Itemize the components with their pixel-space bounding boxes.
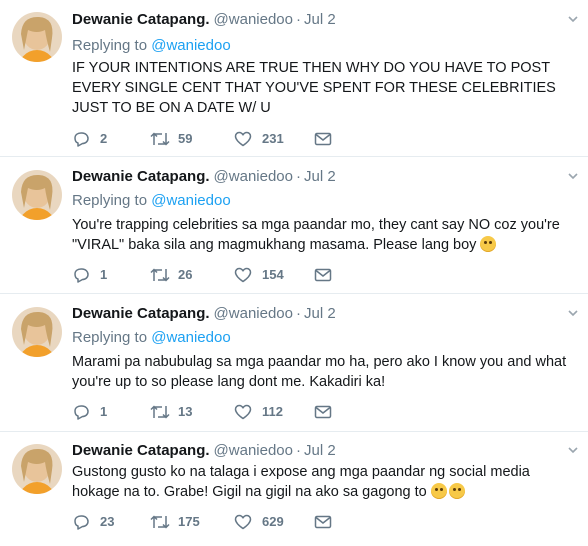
rolling-eyes-emoji-icon: [480, 236, 497, 252]
tweet-actions: 23 175 629: [72, 512, 372, 532]
tweet-date[interactable]: Jul 2: [304, 11, 336, 28]
heart-icon: [234, 131, 252, 147]
tweet[interactable]: Dewanie Catapang. @waniedoo · Jul 2 Replyin…: [0, 294, 588, 432]
tweet-actions: 1 13 112: [72, 402, 372, 422]
like-count: 154: [262, 267, 284, 282]
heart-icon: [234, 514, 252, 530]
retweet-count: 175: [178, 514, 200, 529]
avatar[interactable]: [12, 170, 62, 220]
avatar[interactable]: [12, 12, 62, 62]
avatar[interactable]: [12, 444, 62, 494]
tweet-header: Dewanie Catapang. @waniedoo · Jul 2: [72, 10, 336, 30]
tweet[interactable]: Dewanie Catapang. @waniedoo · Jul 2 Replyin…: [0, 157, 588, 294]
like-count: 231: [262, 131, 284, 146]
reply-count: 1: [100, 267, 108, 282]
mention-link[interactable]: @waniedoo: [151, 192, 230, 209]
retweet-count: 59: [178, 131, 193, 146]
author-handle[interactable]: @waniedoo: [214, 305, 293, 322]
like-count: 629: [262, 514, 284, 529]
chevron-down-icon[interactable]: [566, 443, 580, 457]
author-handle[interactable]: @waniedoo: [214, 168, 293, 185]
chevron-down-icon[interactable]: [566, 12, 580, 26]
envelope-icon: [314, 405, 332, 419]
tweet-text: Marami pa nabubulag sa mga paandar mo ha…: [72, 352, 572, 392]
author-name[interactable]: Dewanie Catapang.: [72, 305, 210, 322]
envelope-icon: [314, 268, 332, 282]
tweet-date[interactable]: Jul 2: [304, 168, 336, 185]
replying-label: Replying to: [72, 329, 148, 346]
retweet-count: 26: [178, 267, 193, 282]
retweet-icon: [150, 515, 170, 529]
tweet-date[interactable]: Jul 2: [304, 442, 336, 459]
tweet-text: Gustong gusto ko na talaga i expose ang …: [72, 462, 572, 502]
heart-icon: [234, 404, 252, 420]
retweet-icon: [150, 132, 170, 146]
replying-to: Replying to @waniedoo: [72, 191, 231, 211]
envelope-icon: [314, 132, 332, 146]
mention-link[interactable]: @waniedoo: [151, 329, 230, 346]
heart-icon: [234, 267, 252, 283]
author-name[interactable]: Dewanie Catapang.: [72, 442, 210, 459]
tweet-text: You're trapping celebrities sa mga paand…: [72, 215, 572, 255]
separator-dot: ·: [296, 11, 301, 28]
tweet[interactable]: Dewanie Catapang. @waniedoo · Jul 2 Replyin…: [0, 0, 588, 157]
like-count: 112: [262, 404, 283, 419]
replying-label: Replying to: [72, 192, 148, 209]
tweet-header: Dewanie Catapang. @waniedoo · Jul 2: [72, 304, 336, 324]
separator-dot: ·: [296, 305, 301, 322]
envelope-icon: [314, 515, 332, 529]
avatar[interactable]: [12, 307, 62, 357]
replying-label: Replying to: [72, 37, 148, 54]
mention-link[interactable]: @waniedoo: [151, 37, 230, 54]
tweet[interactable]: Dewanie Catapang. @waniedoo · Jul 2 Gustong…: [0, 432, 588, 546]
tweet-text-content: Marami pa nabubulag sa mga paandar mo ha…: [72, 354, 567, 390]
chevron-down-icon[interactable]: [566, 169, 580, 183]
tweet-thread: Dewanie Catapang. @waniedoo · Jul 2 Replyin…: [0, 0, 588, 546]
tweet-actions: 1 26 154: [72, 265, 372, 285]
tweet-header: Dewanie Catapang. @waniedoo · Jul 2: [72, 441, 336, 461]
tweet-actions: 2 59 231: [72, 129, 372, 149]
author-handle[interactable]: @waniedoo: [214, 11, 293, 28]
reply-icon: [74, 268, 89, 283]
tweet-date[interactable]: Jul 2: [304, 305, 336, 322]
reply-icon: [74, 132, 89, 147]
author-name[interactable]: Dewanie Catapang.: [72, 11, 210, 28]
reply-count: 2: [100, 131, 108, 146]
reply-count: 1: [100, 404, 108, 419]
chevron-down-icon[interactable]: [566, 306, 580, 320]
upside-down-face-emoji-icon: [430, 483, 447, 499]
author-name[interactable]: Dewanie Catapang.: [72, 168, 210, 185]
replying-to: Replying to @waniedoo: [72, 328, 231, 348]
reply-count: 23: [100, 514, 115, 529]
retweet-count: 13: [178, 404, 193, 419]
separator-dot: ·: [296, 168, 301, 185]
reply-icon: [74, 515, 89, 530]
tweet-text-content: IF YOUR INTENTIONS ARE TRUE THEN WHY DO …: [72, 60, 556, 116]
separator-dot: ·: [296, 442, 301, 459]
tweet-header: Dewanie Catapang. @waniedoo · Jul 2: [72, 167, 336, 187]
replying-to: Replying to @waniedoo: [72, 36, 231, 56]
upside-down-face-emoji-icon: [448, 483, 465, 499]
retweet-icon: [150, 405, 170, 419]
tweet-text: IF YOUR INTENTIONS ARE TRUE THEN WHY DO …: [72, 58, 572, 118]
reply-icon: [74, 405, 89, 420]
author-handle[interactable]: @waniedoo: [214, 442, 293, 459]
retweet-icon: [150, 268, 170, 282]
